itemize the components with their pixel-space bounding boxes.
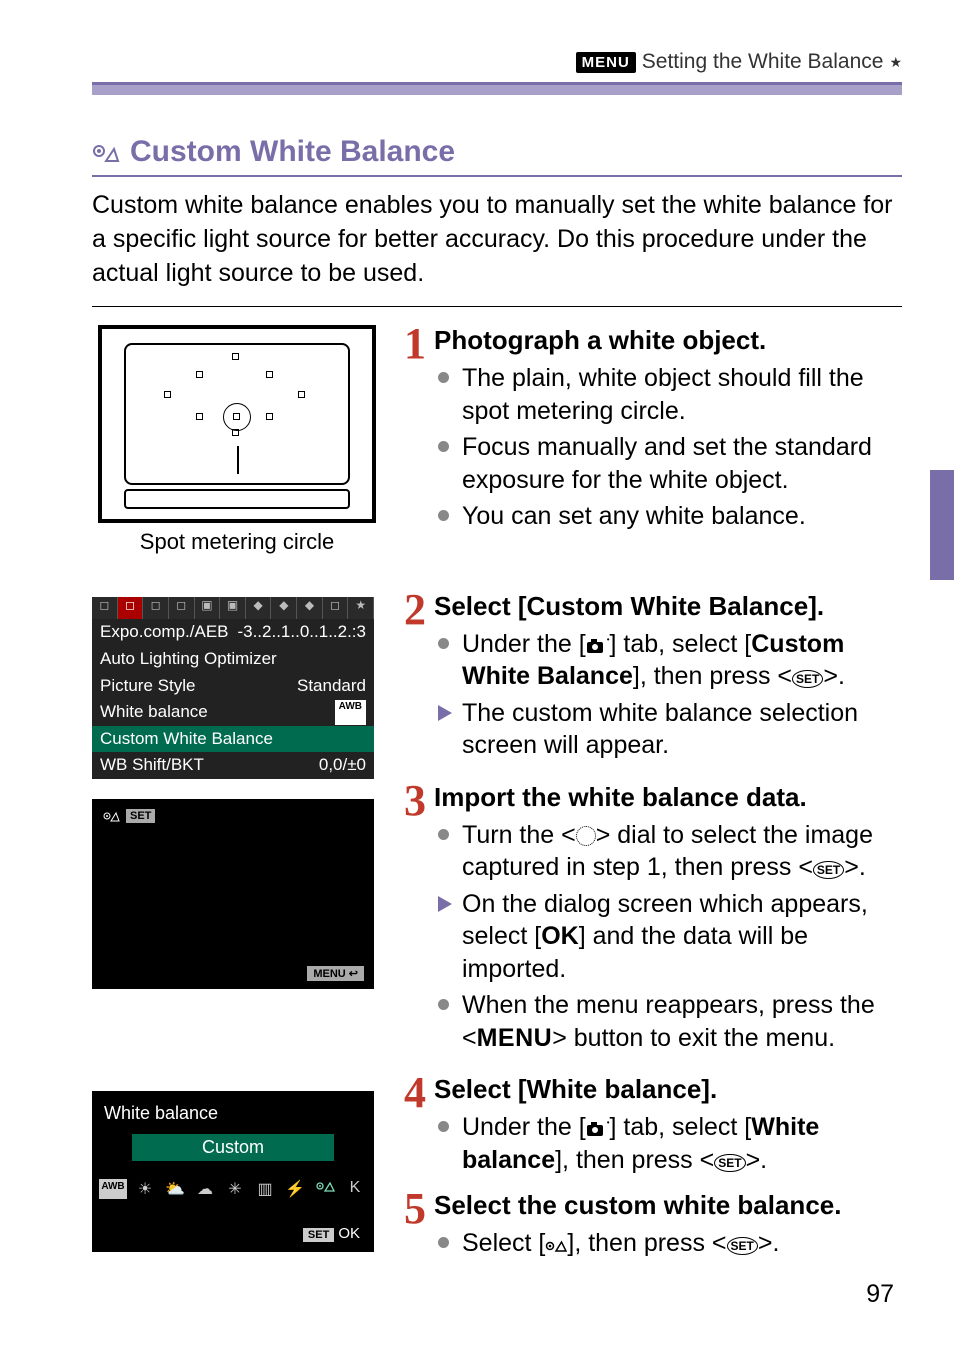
step-1-title: Photograph a white object. (434, 325, 902, 356)
viewfinder-diagram (98, 325, 376, 523)
bullet: Under the [•] tab, select [White balance… (434, 1111, 902, 1176)
set-button-icon: SET (714, 1154, 745, 1172)
bullet: You can set any white balance. (434, 500, 902, 533)
set-button-icon: SET (813, 861, 844, 879)
step-1: 1 Photograph a white object. The plain, … (404, 325, 902, 537)
custom-wb-icon (92, 141, 120, 163)
custom-wb-icon (545, 1229, 567, 1262)
wb-selected-label: Custom (132, 1134, 334, 1161)
result-bullet: On the dialog screen which appears, sele… (434, 888, 902, 986)
bullet: The plain, white object should fill the … (434, 362, 902, 427)
bullet: Focus manually and set the standard expo… (434, 431, 902, 496)
header-divider (92, 82, 902, 95)
step-number: 1 (404, 325, 434, 537)
camera-menu-screenshot-2: SET MENU ↩ (92, 799, 374, 989)
page-header: MENU Setting the White Balance ★ (92, 50, 902, 74)
set-button-icon: SET (792, 670, 823, 688)
step-2: 2 Select [Custom White Balance]. Under t… (404, 591, 902, 766)
step-number: 5 (404, 1190, 434, 1266)
step-4: 4 Select [White balance]. Under the [•] … (404, 1074, 902, 1180)
section-title: Custom White Balance (92, 135, 902, 177)
result-bullet: The custom white balance selection scree… (434, 697, 902, 762)
pointer-line (237, 446, 239, 474)
step-number: 4 (404, 1074, 434, 1180)
step-number: 3 (404, 782, 434, 1059)
step-4-title: Select [White balance]. (434, 1074, 902, 1105)
step-5-title: Select the custom white balance. (434, 1190, 902, 1221)
camera-tab-icon: • (586, 1121, 610, 1137)
viewfinder-label: Spot metering circle (92, 529, 382, 555)
menu-badge: MENU (576, 52, 636, 73)
set-button-icon: SET (727, 1237, 758, 1255)
camera-tab-icon: • (586, 638, 610, 654)
bullet: Select [], then press <SET>. (434, 1227, 902, 1262)
intro-text: Custom white balance enables you to manu… (92, 189, 902, 290)
custom-wb-selected-icon (313, 1179, 337, 1199)
section-side-tab (930, 470, 954, 580)
divider (92, 306, 902, 307)
menu-button-label: MENU (477, 1024, 553, 1052)
star-icon: ★ (889, 54, 902, 71)
step-number: 2 (404, 591, 434, 766)
bullet: Turn the <> dial to select the image cap… (434, 819, 902, 884)
menu-row-custom-wb: Custom White Balance (92, 726, 374, 753)
step-2-title: Select [Custom White Balance]. (434, 591, 902, 622)
page-number: 97 (866, 1280, 894, 1309)
step-5: 5 Select the custom white balance. Selec… (404, 1190, 902, 1266)
wb-icon-row: AWB ☀ ⛅ ☁ ✳ ▥ ⚡ K (92, 1179, 374, 1199)
camera-menu-screenshot-3: White balance Custom AWB ☀ ⛅ ☁ ✳ ▥ ⚡ K S… (92, 1091, 374, 1252)
bullet: When the menu reappears, press the <MENU… (434, 989, 902, 1054)
step-3: 3 Import the white balance data. Turn th… (404, 782, 902, 1059)
camera-menu-screenshot-1: ◻◻◻◻▣▣◆◆◆◻★ Expo.comp./AEB-3..2..1..0..1… (92, 597, 374, 779)
dial-icon (576, 826, 596, 846)
step-3-title: Import the white balance data. (434, 782, 902, 813)
bullet: Under the [•] tab, select [Custom White … (434, 628, 902, 693)
header-title: Setting the White Balance (642, 50, 884, 74)
spot-metering-circle (223, 403, 251, 431)
